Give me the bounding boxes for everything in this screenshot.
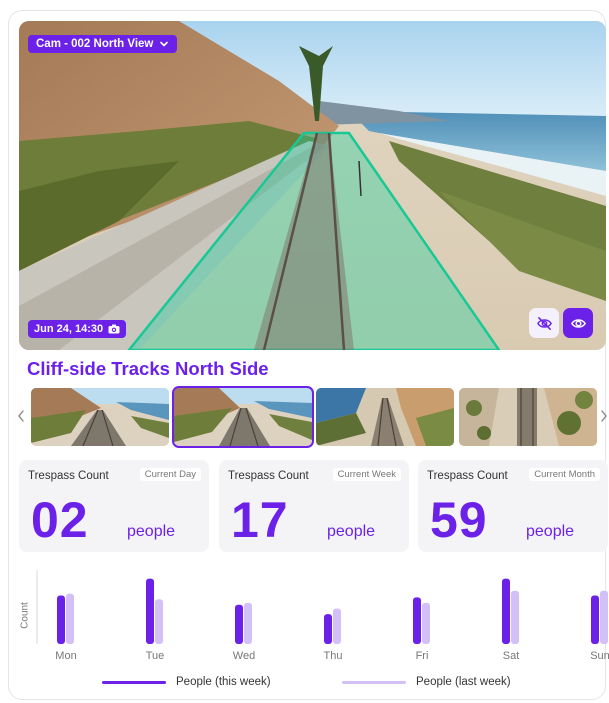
bar-last-week-wed[interactable] [244, 602, 252, 644]
stat-unit: people [526, 523, 575, 540]
thumbnail-2[interactable] [172, 386, 314, 448]
thumbnail-image [174, 388, 312, 446]
bar-this-week-thu[interactable] [324, 614, 332, 644]
hide-zone-button[interactable] [529, 308, 559, 338]
bar-last-week-thu[interactable] [333, 608, 341, 644]
bar-last-week-fri[interactable] [422, 602, 430, 644]
eye-icon [570, 318, 586, 328]
legend-label: People (last week) [416, 676, 511, 688]
x-tick-label: Thu [324, 650, 343, 662]
thumbnail-3[interactable] [316, 388, 454, 446]
chevron-left-icon [18, 410, 24, 422]
x-tick-label: Mon [55, 650, 76, 662]
camera-image [19, 21, 606, 350]
camera-icon [108, 324, 120, 334]
stat-label: Trespass Count [28, 470, 109, 482]
stat-period-badge: Current Month [529, 468, 600, 481]
stat-period-badge: Current Day [139, 468, 201, 481]
bar-this-week-wed[interactable] [235, 604, 243, 644]
camera-selector[interactable]: Cam - 002 North View [28, 35, 178, 53]
chevron-down-icon [160, 41, 169, 47]
thumbnail-image [31, 388, 169, 446]
legend-label: People (this week) [176, 676, 271, 688]
bar-this-week-sat[interactable] [502, 578, 510, 644]
stat-value: 02 [31, 492, 89, 548]
stat-unit: people [327, 523, 376, 540]
camera-timestamp[interactable]: Jun 24, 14:30 [28, 320, 127, 338]
thumbnails-prev-button[interactable] [15, 408, 27, 424]
bar-this-week-sun[interactable] [591, 595, 599, 644]
legend-this-week: People (this week) [102, 674, 271, 690]
stat-unit: people [127, 523, 176, 540]
weekly-bar-chart: Mon Tue Wed Thu Fri Sat Sun [19, 568, 609, 668]
stat-value: 17 [231, 492, 289, 548]
timestamp-label: Jun 24, 14:30 [34, 323, 104, 335]
bar-last-week-tue[interactable] [155, 599, 163, 644]
legend-last-week: People (last week) [342, 674, 511, 690]
x-tick-label: Fri [416, 650, 429, 662]
thumbnail-4[interactable] [459, 388, 597, 446]
stat-card-month: Trespass Count Current Month 59 people [418, 460, 608, 552]
stat-label: Trespass Count [427, 470, 508, 482]
thumbnail-1[interactable] [31, 388, 169, 446]
bar-last-week-mon[interactable] [66, 593, 74, 644]
bar-this-week-tue[interactable] [146, 578, 154, 644]
thumbnails-next-button[interactable] [598, 408, 609, 424]
location-title: Cliff-side Tracks North Side [27, 358, 269, 379]
chart-svg: Mon Tue Wed Thu Fri Sat Sun [36, 570, 609, 662]
bar-last-week-sun[interactable] [600, 590, 608, 644]
bar-last-week-sat[interactable] [511, 590, 519, 644]
stat-period-badge: Current Week [332, 468, 401, 481]
stat-card-week: Trespass Count Current Week 17 people [219, 460, 409, 552]
x-tick-label: Sat [503, 650, 520, 662]
camera-selector-label: Cam - 002 North View [36, 38, 154, 50]
x-tick-label: Wed [233, 650, 255, 662]
x-tick-label: Sun [590, 650, 609, 662]
thumbnail-image [316, 388, 454, 446]
x-tick-label: Tue [146, 650, 165, 662]
thumbnail-image [459, 388, 597, 446]
camera-feed[interactable] [19, 21, 606, 350]
legend-swatch-this-week [102, 680, 166, 684]
show-zone-button[interactable] [563, 308, 593, 338]
bar-this-week-fri[interactable] [413, 597, 421, 644]
bar-this-week-mon[interactable] [57, 595, 65, 644]
stat-value: 59 [430, 492, 488, 548]
legend-swatch-last-week [342, 680, 406, 684]
stat-label: Trespass Count [228, 470, 309, 482]
chevron-right-icon [601, 410, 607, 422]
stat-card-day: Trespass Count Current Day 02 people [19, 460, 209, 552]
eye-off-icon [536, 316, 552, 330]
